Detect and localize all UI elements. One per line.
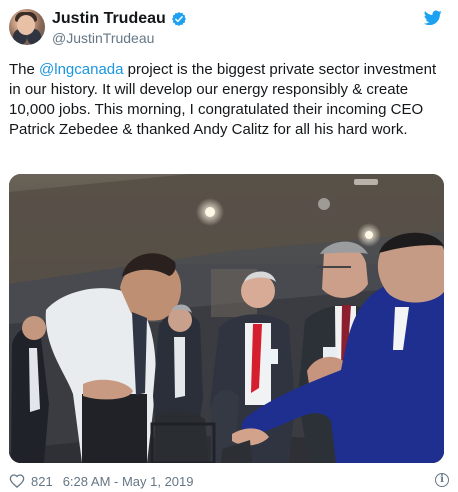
author-display-name[interactable]: Justin Trudeau [52, 10, 166, 28]
tweet-text-segment: The [9, 61, 40, 78]
author-block: Justin Trudeau @JustinTrudeau [52, 10, 187, 46]
verified-badge-icon [171, 12, 186, 26]
tweet-card: Justin Trudeau @JustinTrudeau The @lngca… [0, 0, 458, 492]
tweet-footer: 821 6:28 AM - May 1, 2019 i [9, 472, 449, 490]
avatar-face [17, 15, 35, 35]
mention-link[interactable]: @lngcanada [39, 61, 123, 78]
name-line: Justin Trudeau [52, 10, 187, 28]
twitter-bird-icon[interactable] [424, 10, 442, 26]
heart-icon[interactable] [9, 473, 25, 489]
photo-scene [9, 174, 444, 463]
like-count: 821 [31, 473, 53, 489]
tweet-header: Justin Trudeau @JustinTrudeau [0, 0, 458, 52]
tweet-timestamp[interactable]: 6:28 AM - May 1, 2019 [63, 474, 194, 489]
tweet-text: The @lngcanada project is the biggest pr… [9, 60, 441, 140]
avatar[interactable] [9, 9, 45, 45]
tweet-photo[interactable] [9, 174, 444, 463]
info-icon[interactable]: i [435, 473, 449, 487]
author-handle[interactable]: @JustinTrudeau [52, 30, 187, 46]
